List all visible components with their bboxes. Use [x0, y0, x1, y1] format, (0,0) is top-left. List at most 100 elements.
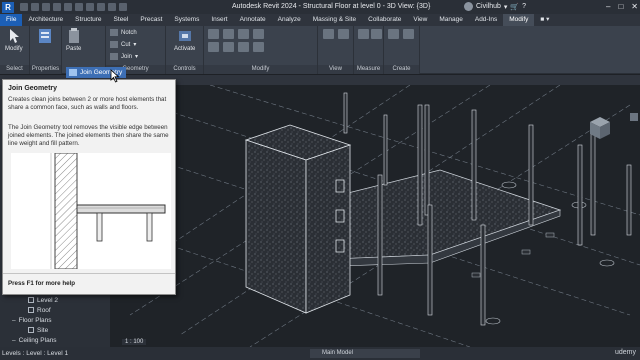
override-icon[interactable] — [338, 29, 349, 39]
tab-manage[interactable]: Manage — [433, 14, 469, 26]
text-icon[interactable] — [97, 3, 105, 11]
clipboard-icon — [68, 28, 79, 43]
view-scale[interactable]: 1 : 100 — [122, 339, 147, 345]
status-text: Levels : Level : Level 1 — [2, 350, 69, 357]
tree-group-ceiling-plans[interactable]: – Ceiling Plans — [12, 335, 58, 345]
help-icon[interactable]: ? — [522, 3, 526, 10]
user-icon — [464, 2, 473, 11]
tooltip-description: Creates clean joins between 2 or more ho… — [8, 96, 167, 111]
controls-panel: Activate Controls — [166, 26, 204, 74]
3d-view-icon[interactable] — [108, 3, 116, 11]
notch-icon — [110, 29, 118, 36]
view-icon — [28, 327, 34, 333]
view-panel-label: View — [318, 65, 353, 74]
undo-icon[interactable] — [53, 3, 61, 11]
select-panel-label[interactable]: Select — [0, 65, 29, 74]
tab-annotate[interactable]: Annotate — [234, 14, 272, 26]
view-tools — [323, 29, 350, 39]
tab-structure[interactable]: Structure — [69, 14, 107, 26]
tree-item-roof[interactable]: Roof — [12, 305, 58, 315]
mirror-axis-icon[interactable] — [238, 29, 249, 39]
measure-tools — [358, 29, 382, 39]
mirror-draw-icon[interactable] — [253, 29, 264, 39]
tree-item-level-2[interactable]: Level 2 — [12, 295, 58, 305]
core-tower[interactable] — [244, 124, 352, 314]
trim-icon[interactable] — [253, 42, 264, 52]
user-area[interactable]: Civilhub ▾ 🛒 ? — [464, 2, 526, 11]
join-button[interactable]: Join ▾ — [110, 53, 138, 60]
join-geometry-tooltip: Join Geometry Creates clean joins betwee… — [2, 79, 176, 295]
tab-massing-site[interactable]: Massing & Site — [307, 14, 362, 26]
activate-icon — [178, 31, 191, 41]
tree-item-site[interactable]: Site — [12, 325, 58, 335]
active-model-selector[interactable]: Main Model — [310, 349, 420, 358]
tab-add-ins[interactable]: Add-Ins — [469, 14, 503, 26]
align-icon[interactable] — [208, 29, 219, 39]
dimension-icon[interactable] — [371, 29, 382, 39]
join-geometry-icon — [69, 69, 77, 76]
tab-file[interactable]: File — [0, 14, 23, 26]
tab-architecture[interactable]: Architecture — [22, 14, 69, 26]
tab-modify[interactable]: Modify — [503, 14, 535, 26]
rotate-icon[interactable] — [238, 42, 249, 52]
browser-tree: Level 2 Roof – Floor Plans Site – Ceiling … — [12, 295, 58, 345]
tab-systems[interactable]: Systems — [168, 14, 205, 26]
cut-icon — [110, 41, 118, 48]
join-icon — [110, 53, 118, 60]
udemy-watermark: udemy — [614, 349, 636, 356]
create-parts-icon[interactable] — [403, 29, 414, 39]
hide-icon[interactable] — [323, 29, 334, 39]
user-name: Civilhub — [476, 3, 501, 10]
redo-icon[interactable] — [64, 3, 72, 11]
collapse-icon[interactable]: – — [12, 337, 16, 344]
save-icon[interactable] — [31, 3, 39, 11]
print-icon[interactable] — [75, 3, 83, 11]
paste-button[interactable]: Paste — [66, 28, 81, 52]
ribbon-options-button[interactable]: ■ ▾ — [534, 14, 555, 26]
close-icon[interactable]: ✕ — [631, 2, 638, 11]
controls-panel-label: Controls — [166, 65, 203, 74]
tab-collaborate[interactable]: Collaborate — [362, 14, 407, 26]
create-assembly-icon[interactable] — [388, 29, 399, 39]
notch-button[interactable]: Notch — [110, 29, 137, 36]
collapse-icon[interactable]: – — [12, 317, 16, 324]
cut-button[interactable]: Cut ▾ — [110, 41, 136, 48]
activate-button[interactable]: Activate — [174, 28, 195, 52]
mouse-cursor-icon — [110, 69, 120, 83]
revit-app-button[interactable]: R — [2, 1, 14, 13]
move-icon[interactable] — [208, 42, 219, 52]
measure-panel: Measure — [354, 26, 384, 74]
tab-view[interactable]: View — [407, 14, 433, 26]
modify-button[interactable]: Modify — [5, 28, 23, 52]
navigation-bar-icon[interactable] — [630, 113, 638, 121]
properties-button[interactable] — [38, 28, 52, 46]
join-geometry-illustration — [11, 153, 171, 269]
model-drawing — [110, 85, 640, 347]
open-icon[interactable] — [20, 3, 28, 11]
properties-icon — [39, 29, 51, 43]
maximize-icon[interactable]: □ — [618, 2, 623, 11]
tab-steel[interactable]: Steel — [108, 14, 135, 26]
tree-group-floor-plans[interactable]: – Floor Plans — [12, 315, 58, 325]
section-icon[interactable] — [119, 3, 127, 11]
tab-analyze[interactable]: Analyze — [272, 14, 307, 26]
tab-insert[interactable]: Insert — [205, 14, 233, 26]
quick-access-toolbar — [20, 3, 127, 11]
tab-precast[interactable]: Precast — [134, 14, 168, 26]
measure-icon[interactable] — [358, 29, 369, 39]
measure-icon[interactable] — [86, 3, 94, 11]
tooltip-body: The Join Geometry tool removes the visib… — [8, 124, 169, 147]
window-controls: – □ ✕ — [606, 2, 638, 11]
viewcube-icon[interactable] — [586, 115, 614, 141]
copy-icon[interactable] — [223, 42, 234, 52]
sync-icon[interactable] — [42, 3, 50, 11]
3d-viewport[interactable] — [110, 85, 640, 347]
offset-icon[interactable] — [223, 29, 234, 39]
minimize-icon[interactable]: – — [606, 2, 610, 11]
modify-tools — [208, 29, 265, 52]
measure-panel-label: Measure — [354, 65, 383, 74]
select-panel: Modify Select — [0, 26, 30, 74]
properties-panel-label: Properties — [30, 65, 61, 74]
view-panel: View — [318, 26, 354, 74]
cart-icon[interactable]: 🛒 — [510, 3, 519, 11]
